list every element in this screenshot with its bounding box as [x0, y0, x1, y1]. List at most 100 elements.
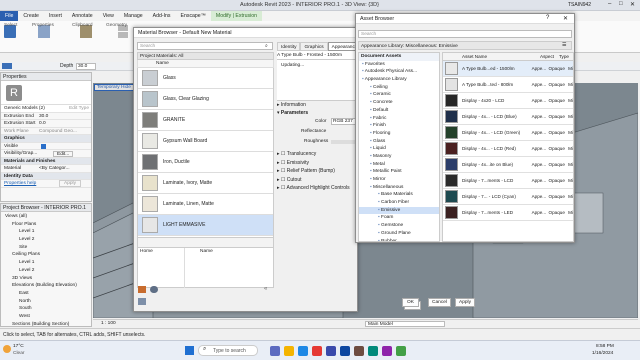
edge-icon[interactable]: [298, 346, 308, 356]
clock-date[interactable]: 1/16/2024: [592, 351, 613, 356]
browser-item[interactable]: Level 2: [3, 236, 91, 244]
asset-row[interactable]: Display - 4x... - LCD (Blue) Appe... Opaqu…: [443, 109, 573, 125]
asset-row[interactable]: A Type Bulb...ed - 1500lm Appe... Opaque Mi: [443, 61, 573, 77]
material-row[interactable]: Glass: [138, 68, 273, 89]
edit-type-button[interactable]: Edit Type: [69, 105, 89, 112]
properties-apply-button[interactable]: Apply: [59, 180, 81, 187]
asset-tree-item[interactable]: ▪ Autodesk Physical Ass...: [359, 68, 439, 76]
weather-desc[interactable]: Clear: [13, 351, 24, 356]
tab-insert[interactable]: Insert: [44, 11, 67, 21]
asset-tree-item[interactable]: ▪ Miscellaneous: [359, 184, 439, 192]
asset-tree-item[interactable]: ▪ Ceiling: [359, 84, 439, 92]
collapse-icon[interactable]: «: [264, 286, 267, 292]
tab-modify-extrusion[interactable]: Modify | Extrusion: [210, 11, 263, 21]
material-value[interactable]: <By Categor...: [39, 165, 70, 172]
browser-item[interactable]: Views (all): [3, 213, 91, 221]
expand-checkbox-icon[interactable]: ▸ ☐: [277, 151, 287, 157]
type-selector[interactable]: R: [1, 81, 91, 105]
asset-tree-item[interactable]: ▪ Carbon Fiber: [359, 199, 439, 207]
expand-checkbox-icon[interactable]: ▸ ☐: [277, 168, 287, 174]
visible-checkbox[interactable]: [41, 144, 46, 149]
identity-section[interactable]: Identity Data: [1, 172, 91, 180]
main-model-dropdown[interactable]: Main Model: [365, 321, 445, 327]
appearance-check-row[interactable]: ▸ ☐ Translucency: [277, 150, 357, 159]
visgrap-edit-button[interactable]: Edit...: [53, 150, 74, 157]
material-row[interactable]: GRANITE: [138, 110, 273, 131]
expand-checkbox-icon[interactable]: ▸ ☐: [277, 160, 287, 166]
asset-tree-item[interactable]: ▪ Ceramic: [359, 91, 439, 99]
asset-row[interactable]: Display - 7...ments - LCD Appe... Opaque Mi: [443, 173, 573, 189]
depth-input[interactable]: 30.0: [76, 62, 96, 70]
app-icon[interactable]: [396, 346, 406, 356]
asset-tree-item[interactable]: ▪ Appearance Library: [359, 76, 439, 84]
asset-row[interactable]: Display - 4x20 - LCD Appe... Opaque Mi: [443, 93, 573, 109]
asset-row[interactable]: Display - 7...ments - LED Appe... Opaque Mi: [443, 205, 573, 221]
prop-value[interactable]: 30.0: [39, 113, 48, 121]
create-material-icon[interactable]: [138, 286, 146, 293]
graphics-section[interactable]: Graphics: [1, 135, 91, 143]
tab-identity[interactable]: Identity: [277, 42, 301, 51]
view-scale[interactable]: 1 : 100: [101, 321, 116, 326]
material-row[interactable]: Gypsum Wall Board: [138, 131, 273, 152]
file-explorer-icon[interactable]: [284, 346, 294, 356]
close-icon[interactable]: ✕: [630, 1, 635, 8]
material-row[interactable]: Iron, Ductile: [138, 152, 273, 173]
asset-tree-item[interactable]: ▪ Gemstone: [359, 222, 439, 230]
browser-item[interactable]: Ceiling Plans: [3, 251, 91, 259]
material-search-input[interactable]: Search: [137, 42, 273, 50]
maximize-icon[interactable]: □: [619, 1, 623, 7]
type-dropdown[interactable]: Generic Models (2) Edit Type: [1, 105, 91, 113]
windows-start-icon[interactable]: [185, 346, 194, 355]
appearance-check-row[interactable]: ▸ ☐ Cutout: [277, 176, 357, 185]
browser-item[interactable]: Level 2: [3, 267, 91, 275]
expand-checkbox-icon[interactable]: ▸ ☐: [277, 185, 287, 191]
asset-tree-item[interactable]: ▪ Emissive: [359, 206, 439, 215]
asset-row[interactable]: Display - 4x...ite on Blue) Appe... Opaque…: [443, 157, 573, 173]
materials-section[interactable]: Materials and Finishes: [1, 157, 91, 165]
material-row[interactable]: Laminate, Ivory, Matte: [138, 173, 273, 194]
asset-tree-item[interactable]: ▪ Default: [359, 107, 439, 115]
tab-annotate[interactable]: Annotate: [67, 11, 98, 21]
tab-file[interactable]: File: [0, 11, 19, 21]
join-geometry-icon[interactable]: [118, 32, 128, 38]
task-view-icon[interactable]: [270, 346, 280, 356]
asset-tree-item[interactable]: ▪ Mirror: [359, 176, 439, 184]
browser-item[interactable]: Level 1: [3, 228, 91, 236]
library-home[interactable]: Home: [140, 249, 153, 254]
material-filter[interactable]: Project Materials: All: [137, 52, 274, 60]
help-icon[interactable]: ?: [546, 15, 549, 21]
asset-tree-item[interactable]: ▪ Glass: [359, 138, 439, 146]
properties-help-link[interactable]: Properties help Apply: [1, 180, 91, 188]
appearance-check-row[interactable]: ▸ ☐ Emissivity: [277, 159, 357, 168]
apply-button[interactable]: Apply: [455, 298, 475, 307]
asset-tree-item[interactable]: ▪ Rubber: [359, 238, 439, 242]
cancel-button[interactable]: Cancel: [428, 298, 451, 307]
asset-browser-icon[interactable]: [138, 298, 146, 305]
asset-tree-item[interactable]: ▪ Base Materials: [359, 191, 439, 199]
tab-view[interactable]: View: [98, 11, 119, 21]
asset-search-input[interactable]: Search: [358, 30, 572, 38]
user-name[interactable]: TSAIN942: [568, 2, 591, 8]
col-aspect[interactable]: Aspect: [540, 53, 559, 60]
tab-create[interactable]: Create: [18, 11, 44, 21]
app-icon[interactable]: [368, 346, 378, 356]
browser-item[interactable]: Level 1: [3, 259, 91, 267]
asset-tree-item[interactable]: ▪ Ground Plane: [359, 230, 439, 238]
asset-tree-item[interactable]: ▪ Finish: [359, 122, 439, 130]
clock-time[interactable]: 8:58 PM: [596, 344, 614, 349]
asset-tree-item[interactable]: ▪ Metallic Paint: [359, 168, 439, 176]
weather-temp[interactable]: 17°C: [13, 344, 24, 349]
appearance-check-row[interactable]: ▸ ☐ Advanced Highlight Controls: [277, 184, 357, 193]
asset-tree-item[interactable]: ▪ Masonry: [359, 153, 439, 161]
search-icon[interactable]: ⌕: [265, 43, 268, 49]
browser-item[interactable]: Floor Plans: [3, 221, 91, 229]
asset-close-icon[interactable]: ✕: [563, 15, 568, 22]
expand-checkbox-icon[interactable]: ▸ ☐: [277, 177, 287, 183]
roughness-slider[interactable]: [331, 140, 357, 144]
asset-tree-item[interactable]: ▪ Favorites: [359, 61, 439, 69]
document-assets-header[interactable]: Document Assets: [359, 53, 439, 61]
browser-item[interactable]: South: [3, 305, 91, 313]
asset-row[interactable]: Display - 7... - LCD (Cyan) Appe... Opaque…: [443, 189, 573, 205]
tab-add-ins[interactable]: Add-Ins: [148, 11, 176, 21]
asset-row[interactable]: A Type Bulb...ted - 800lm Appe... Opaque Mi: [443, 77, 573, 93]
